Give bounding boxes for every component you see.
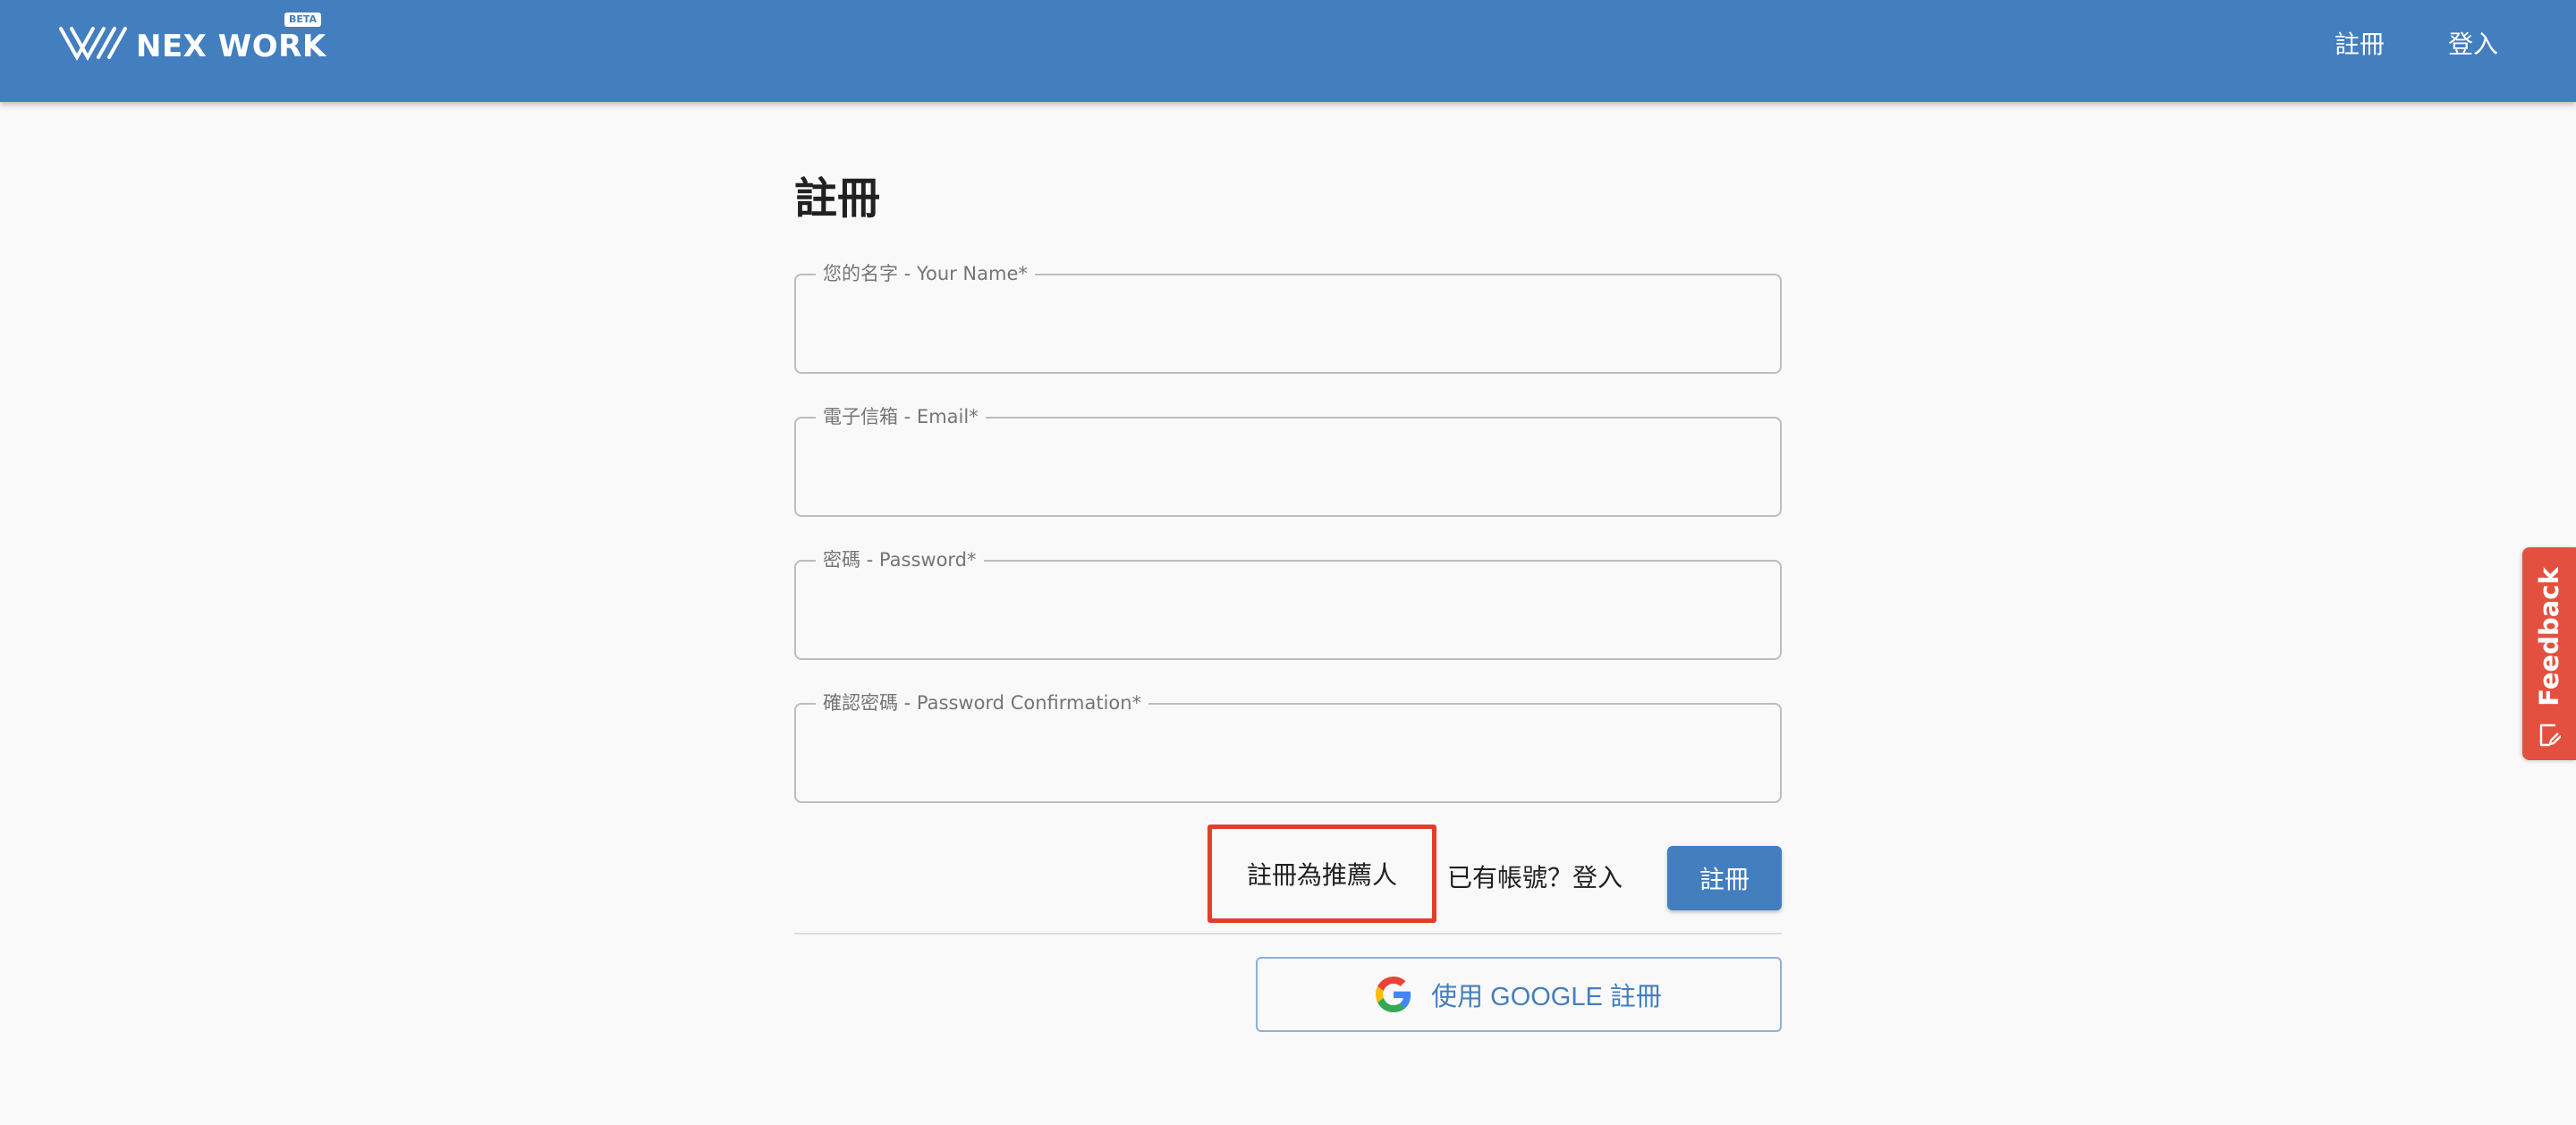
password-field[interactable]: 密碼 - Password* — [794, 546, 1782, 660]
password-field-label: 密碼 - Password* — [816, 546, 984, 573]
nav-login-link[interactable]: 登入 — [2448, 25, 2498, 64]
feedback-tab[interactable]: Feedback — [2522, 547, 2576, 760]
email-input[interactable] — [821, 445, 1755, 488]
google-g-icon — [1376, 977, 1411, 1012]
register-as-referrer-label: 註冊為推薦人 — [1246, 860, 1397, 890]
logo-text: NEX WORK — [136, 29, 326, 64]
feedback-label: Feedback — [2534, 567, 2564, 706]
register-as-referrer-link[interactable]: 註冊為推薦人 — [1208, 825, 1436, 923]
feedback-edit-icon — [2539, 723, 2561, 747]
password-confirmation-field[interactable]: 確認密碼 - Password Confirmation* — [794, 689, 1782, 803]
name-input[interactable] — [821, 302, 1755, 345]
email-field[interactable]: 電子信箱 - Email* — [794, 403, 1782, 517]
password-input[interactable] — [821, 588, 1755, 631]
name-field-label: 您的名字 - Your Name* — [816, 260, 1035, 287]
beta-badge: BETA — [284, 13, 322, 27]
nexwork-logo[interactable]: NEX WORK BETA — [59, 13, 327, 82]
google-register-label: 使用 GOOGLE 註冊 — [1431, 983, 1662, 1011]
nav-register-link[interactable]: 註冊 — [2334, 25, 2385, 64]
have-account-login-link[interactable]: 已有帳號？登入 — [1447, 859, 1623, 898]
app-bar: NEX WORK BETA 註冊 登入 — [0, 0, 2576, 102]
password-confirmation-input[interactable] — [821, 732, 1755, 774]
email-field-label: 電子信箱 - Email* — [816, 403, 986, 430]
password-confirmation-field-label: 確認密碼 - Password Confirmation* — [816, 689, 1149, 716]
register-submit-button[interactable]: 註冊 — [1667, 846, 1782, 910]
divider — [794, 933, 1782, 935]
nexwork-logo-icon — [59, 27, 127, 61]
page-title: 註冊 — [794, 173, 881, 224]
name-field[interactable]: 您的名字 - Your Name* — [794, 260, 1782, 374]
google-register-button[interactable]: 使用 GOOGLE 註冊 — [1256, 957, 1782, 1032]
